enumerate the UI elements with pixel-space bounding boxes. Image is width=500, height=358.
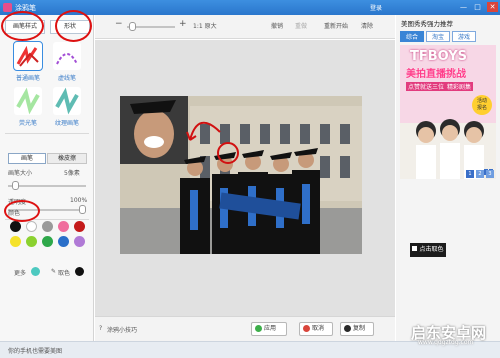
brush-normal-preview (13, 41, 43, 71)
brush-highlighter-preview (14, 87, 42, 115)
photo-illustration (120, 96, 362, 254)
apply-label: 应用 (264, 325, 277, 332)
close-icon[interactable]: ✕ (487, 2, 498, 12)
ad-subline: 点赞就送三位 (406, 82, 447, 91)
ad-headline-2: 美拍直播挑战 (406, 69, 466, 80)
copy-button[interactable]: 复制 (340, 322, 374, 336)
annotation-circle (1, 11, 44, 41)
ad-headline: TFBOYS (410, 49, 468, 64)
restart-button[interactable]: 重新开始 (324, 21, 348, 30)
brush-size-value: 5像素 (64, 170, 80, 177)
mode-brush-button[interactable]: 画笔 (8, 153, 46, 164)
ad-page-1[interactable]: 1 (466, 170, 474, 178)
color-swatch[interactable] (42, 236, 53, 247)
ad-page-2[interactable]: 2 (476, 170, 484, 178)
opacity-value: 100% (70, 197, 88, 204)
ad-subline-2: 精彩剧集 (445, 82, 474, 91)
login-link[interactable]: 登录 (370, 3, 382, 12)
brush-normal[interactable]: 普通画笔 (13, 41, 43, 84)
cancel-icon (303, 325, 310, 332)
brush-highlighter-label: 荧光笔 (18, 120, 37, 127)
redo-button[interactable]: 重做 (295, 21, 307, 30)
color-swatch[interactable] (10, 236, 21, 247)
ad-badge: 活动 报名 (472, 95, 492, 115)
opacity-knob[interactable] (79, 205, 86, 214)
brush-size-slider[interactable] (8, 181, 86, 190)
brush-dashed-label: 虚线笔 (57, 75, 76, 82)
toolbar: − + 1:1 原大 撤销 重做 重新开始 清除 (95, 15, 395, 39)
app-icon (3, 3, 12, 12)
right-panel: 美图秀秀强力推荐 综合 淘宝 游戏 TFBOYS 美拍直播挑战 点赞就送三位 精… (396, 15, 500, 341)
tab-games[interactable]: 游戏 (452, 31, 476, 42)
tooltip-color-icon (412, 246, 418, 251)
picker-tooltip: 点击取色 (410, 243, 446, 257)
clear-button[interactable]: 清除 (361, 21, 373, 30)
brush-texture-preview (53, 87, 81, 115)
undo-button[interactable]: 撤销 (271, 21, 283, 30)
brush-highlighter[interactable]: 荧光笔 (13, 87, 43, 129)
tab-overview[interactable]: 综合 (400, 31, 424, 42)
tooltip-text: 点击取色 (419, 246, 444, 253)
minimize-icon[interactable]: — (458, 2, 469, 12)
color-swatch[interactable] (58, 236, 69, 247)
brush-dashed-preview (53, 42, 81, 70)
recommend-title: 美图秀秀强力推荐 (401, 20, 453, 28)
apply-button[interactable]: 应用 (251, 322, 287, 336)
annotation-circle (4, 200, 40, 222)
color-swatch[interactable] (74, 221, 85, 232)
tab-taobao[interactable]: 淘宝 (426, 31, 450, 42)
watermark-url: www.qdgztdg.com (418, 339, 474, 346)
brush-dashed[interactable]: 虚线笔 (52, 42, 82, 84)
cancel-button[interactable]: 取消 (299, 322, 333, 336)
tips-link[interactable]: 涂鸦小技巧 (107, 325, 137, 334)
maximize-icon[interactable]: □ (472, 2, 483, 12)
brush-size-knob[interactable] (11, 181, 19, 190)
color-swatch[interactable] (10, 221, 21, 232)
zoom-slider-knob[interactable] (129, 22, 136, 31)
graduation-photo[interactable] (120, 96, 362, 254)
brush-normal-label: 普通画笔 (15, 75, 40, 82)
zoom-in-icon[interactable]: + (179, 19, 187, 29)
eyedropper-icon[interactable]: ✎ (51, 268, 56, 275)
help-icon[interactable]: ? (99, 325, 102, 332)
divider (5, 133, 89, 134)
picked-color-swatch (75, 267, 84, 276)
picker-label[interactable]: 取色 (58, 268, 70, 277)
status-text: 你的手机也需要美图 (8, 348, 63, 355)
more-colors-icon[interactable] (31, 267, 40, 276)
color-swatch[interactable] (26, 221, 37, 232)
color-swatch[interactable] (58, 221, 69, 232)
check-icon (255, 325, 262, 332)
bottom-bar: ? 涂鸦小技巧 应用 取消 复制 (95, 316, 395, 341)
annotation-circle (55, 10, 92, 42)
color-swatch[interactable] (74, 236, 85, 247)
zoom-actual-size-button[interactable]: 1:1 原大 (193, 21, 217, 30)
ad-banner[interactable]: TFBOYS 美拍直播挑战 点赞就送三位 精彩剧集 活动 报名 1 2 3 (400, 45, 496, 179)
copy-label: 复制 (353, 325, 366, 332)
brush-texture[interactable]: 纹理画笔 (52, 87, 82, 129)
brush-size-label: 画笔大小 (8, 170, 33, 177)
more-colors-button[interactable]: 更多 (14, 268, 26, 277)
mode-eraser-button[interactable]: 橡皮擦 (47, 153, 87, 164)
brush-texture-label: 纹理画笔 (54, 120, 79, 127)
canvas-area[interactable] (95, 40, 395, 316)
left-panel: 画笔样式 形状 普通画笔 虚线笔 荧光笔 纹理画笔 画笔 橡皮擦 画笔大小 5像… (0, 10, 94, 341)
zoom-out-icon[interactable]: − (115, 19, 123, 29)
ad-page-3[interactable]: 3 (486, 170, 494, 178)
cancel-label: 取消 (312, 325, 325, 332)
copy-icon (344, 325, 351, 332)
color-swatch[interactable] (26, 236, 37, 247)
zoom-slider[interactable] (127, 22, 175, 31)
color-swatch[interactable] (42, 221, 53, 232)
